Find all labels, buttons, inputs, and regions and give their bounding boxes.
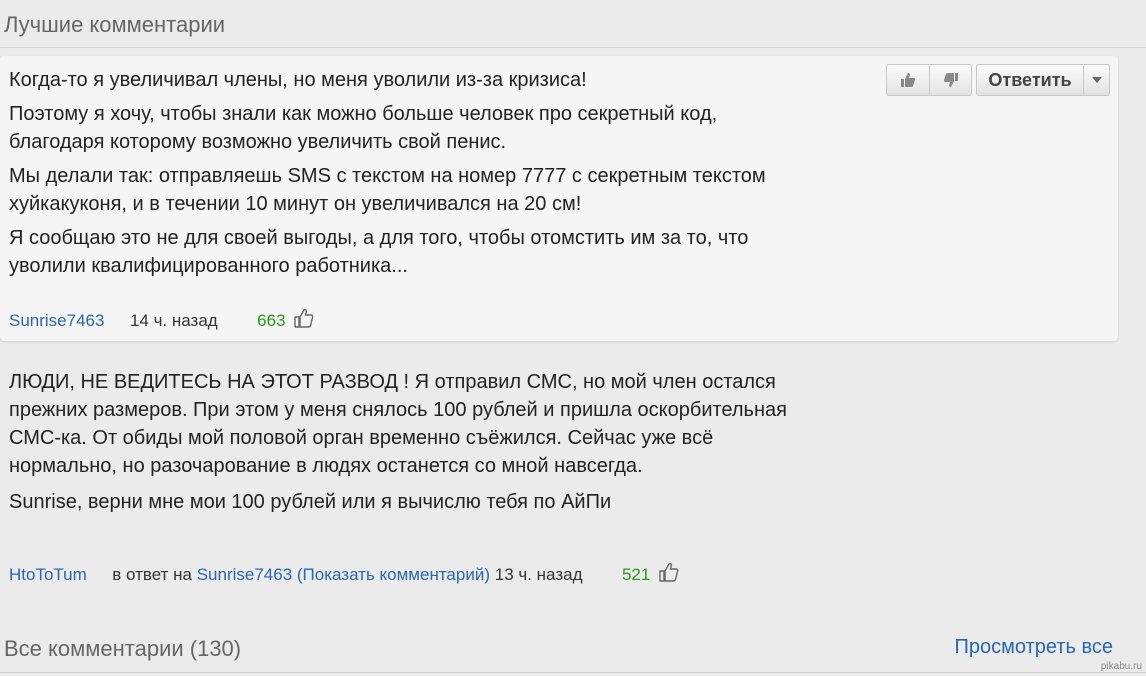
reply-button[interactable]: Ответить bbox=[976, 64, 1084, 96]
best-comments-title: Лучшие комментарии bbox=[4, 12, 226, 37]
dislike-button[interactable] bbox=[929, 64, 972, 96]
comment-1-meta: Sunrise7463 14 ч. назад 663 bbox=[9, 307, 315, 331]
thumb-up-icon[interactable] bbox=[658, 561, 680, 583]
comment-author-link[interactable]: HtoToTum bbox=[9, 565, 87, 584]
comment-1-paragraph: Я сообщаю это не для своей выгоды, а для… bbox=[9, 227, 749, 277]
comment-time: 13 ч. назад bbox=[494, 565, 583, 584]
comment-2-paragraph: ЛЮДИ, НЕ ВЕДИТЕСЬ НА ЭТОТ РАЗВОД ! Я отп… bbox=[9, 371, 787, 477]
caret-down-icon bbox=[1091, 77, 1102, 83]
like-count: 663 bbox=[257, 311, 286, 330]
watermark: pikabu.ru bbox=[1100, 661, 1142, 672]
thumb-down-icon bbox=[943, 73, 958, 87]
like-count: 521 bbox=[621, 565, 651, 584]
reply-dropdown-button[interactable] bbox=[1083, 64, 1110, 96]
comment-1-paragraph: Когда-то я увеличивал члены, но меня уво… bbox=[9, 69, 587, 91]
comment-1-paragraph: Мы делали так: отправляешь SMS с текстом… bbox=[9, 165, 766, 215]
comment-2-paragraph: Sunrise, верни мне мои 100 рублей или я … bbox=[9, 491, 612, 513]
thumb-up-icon[interactable] bbox=[293, 307, 315, 329]
like-button[interactable] bbox=[886, 64, 930, 96]
all-comments-title: Все комментарии (130) bbox=[4, 636, 242, 661]
comment-2-body: ЛЮДИ, НЕ ВЕДИТЕСЬ НА ЭТОТ РАЗВОД ! Я отп… bbox=[9, 368, 809, 524]
title-divider bbox=[0, 47, 1146, 48]
comment-1-paragraph: Поэтому я хочу, чтобы знали как можно бо… bbox=[9, 103, 718, 153]
comment-2-meta: HtoToTum в ответ на Sunrise7463 (Показат… bbox=[9, 561, 680, 585]
comment-1-body: Когда-то я увеличивал члены, но меня уво… bbox=[9, 66, 809, 286]
thumb-up-icon bbox=[901, 73, 915, 87]
view-all-link[interactable]: Просмотреть все bbox=[955, 636, 1113, 659]
reply-prefix: в ответ на bbox=[112, 565, 192, 584]
comment-time: 14 ч. назад bbox=[129, 311, 218, 330]
reply-to-link[interactable]: Sunrise7463 (Показать комментарий) bbox=[197, 565, 490, 584]
comment-author-link[interactable]: Sunrise7463 bbox=[9, 311, 104, 330]
bottom-divider bbox=[0, 672, 1146, 673]
